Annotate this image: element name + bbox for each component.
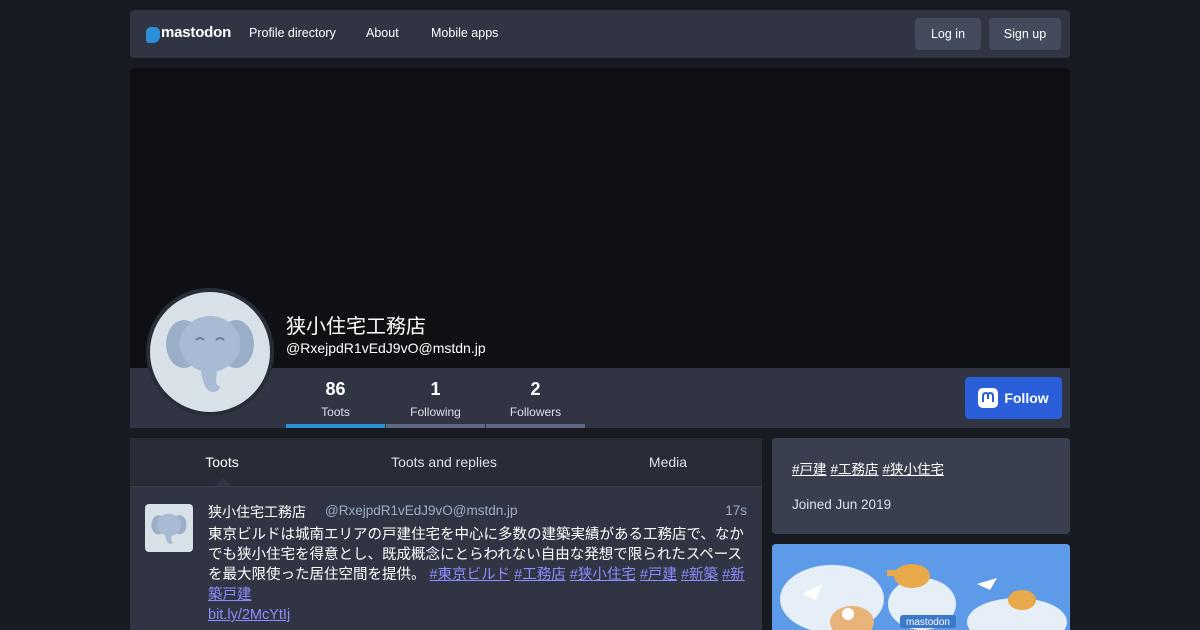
mastodon-icon <box>978 388 999 408</box>
hashtag-link[interactable]: #戸建 <box>640 567 677 583</box>
status-avatar[interactable] <box>145 504 193 552</box>
stat-followers-label: Followers <box>509 405 562 419</box>
hashtag-link[interactable]: #工務店 <box>514 567 566 583</box>
featured-hashtag[interactable]: #戸建 <box>792 462 827 477</box>
status-item[interactable]: 狭小住宅工務店 @RxejpdR1vEdJ9vO@mstdn.jp 17s 東京… <box>130 487 762 630</box>
elephant-icon <box>166 316 254 392</box>
follow-button[interactable]: Follow <box>965 377 1062 419</box>
stat-indicator <box>386 424 485 428</box>
nav-link-about[interactable]: About <box>366 26 399 40</box>
featured-hashtag[interactable]: #工務店 <box>831 462 879 477</box>
status-timestamp[interactable]: 17s <box>725 503 747 518</box>
timeline-tabs: Toots Toots and replies Media <box>130 438 762 487</box>
stat-following-count: 1 <box>430 379 441 399</box>
joined-date: Joined Jun 2019 <box>792 497 892 512</box>
stat-followers[interactable]: 2 Followers <box>486 368 585 428</box>
stat-following[interactable]: 1 Following <box>386 368 485 428</box>
featured-hashtag[interactable]: #狭小住宅 <box>883 462 945 477</box>
tab-media[interactable]: Media <box>578 438 758 486</box>
status-display-name[interactable]: 狭小住宅工務店 <box>208 502 306 522</box>
status-account[interactable]: @RxejpdR1vEdJ9vO@mstdn.jp <box>325 503 517 518</box>
profile-stat-bar <box>130 368 1070 428</box>
promo-logo-text: mastodon <box>906 617 950 628</box>
profile-sidebar-card: #戸建 #工務店 #狭小住宅 Joined Jun 2019 <box>772 438 1070 534</box>
hashtag-link[interactable]: #東京ビルド <box>430 567 511 583</box>
stat-toots-label: Toots <box>321 405 350 419</box>
nav-link-profile-directory[interactable]: Profile directory <box>249 26 336 40</box>
stat-toots-count: 86 <box>325 379 346 399</box>
promo-illustration: mastodon <box>772 544 1070 630</box>
profile-avatar[interactable] <box>146 288 274 416</box>
mastodon-logo-icon <box>146 26 160 43</box>
stat-following-label: Following <box>410 405 461 419</box>
active-tab-caret <box>215 478 231 486</box>
login-button[interactable]: Log in <box>915 18 981 50</box>
avatar-image <box>150 292 270 412</box>
mastodon-logo[interactable]: mastodon <box>146 24 232 43</box>
timeline-column: Toots Toots and replies Media 狭小住宅工務店 @R… <box>130 438 762 630</box>
status-url-link[interactable]: bit.ly/2McYtIj <box>208 605 748 625</box>
featured-hashtags: #戸建 #工務店 #狭小住宅 <box>792 458 948 478</box>
signup-button[interactable]: Sign up <box>989 18 1061 50</box>
elephant-icon <box>151 513 187 544</box>
mastodon-promo-illustration: mastodon <box>772 544 1070 630</box>
logo-text: mastodon <box>161 24 232 41</box>
status-content: 東京ビルドは城南エリアの戸建住宅を中心に多数の建築実績がある工務店で、なかでも狭… <box>208 525 748 625</box>
hashtag-link[interactable]: #新築 <box>681 567 718 583</box>
profile-handle: @RxejpdR1vEdJ9vO@mstdn.jp <box>286 340 486 356</box>
profile-display-name: 狭小住宅工務店 <box>286 316 426 338</box>
stat-active-indicator <box>286 424 385 428</box>
tab-toots-and-replies[interactable]: Toots and replies <box>340 438 548 486</box>
profile-header-image <box>130 68 1070 368</box>
stat-toots[interactable]: 86 Toots <box>286 368 385 428</box>
nav-link-mobile-apps[interactable]: Mobile apps <box>431 26 498 40</box>
stat-indicator <box>486 424 585 428</box>
hashtag-link[interactable]: #狭小住宅 <box>570 567 636 583</box>
top-navigation: mastodon Profile directory About Mobile … <box>130 10 1070 58</box>
follow-button-label: Follow <box>1004 390 1049 406</box>
stat-followers-count: 2 <box>530 379 541 399</box>
